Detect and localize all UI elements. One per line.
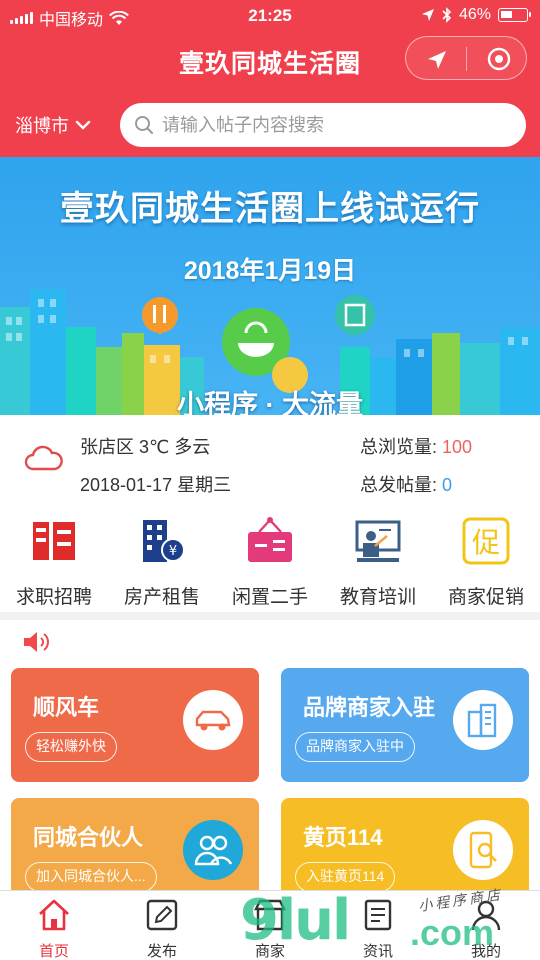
battery-icon <box>498 8 531 22</box>
capsule-divider <box>466 47 467 71</box>
category-label: 闲置二手 <box>231 587 308 608</box>
bottom-tab-bar: 首页 发布 商家 资讯 我的 <box>0 890 540 960</box>
category-promotion[interactable]: 促 商家促销 <box>432 510 540 612</box>
teaching-icon <box>355 520 401 562</box>
category-label: 商家促销 <box>447 587 524 608</box>
card-title: 品牌商家入驻 <box>303 695 436 720</box>
card-button[interactable]: 加入同城合伙人... <box>25 862 157 892</box>
location-arrow-icon <box>421 9 434 21</box>
edit-icon <box>146 899 178 931</box>
app-page: 中国移动 21:25 46% 壹玖同城生活圈 淄博市 请输入帖子内容搜索 壹玖同… <box>0 0 540 960</box>
city-label: 淄博市 <box>15 116 69 136</box>
partners-icon <box>183 820 243 880</box>
tab-label: 发布 <box>146 943 177 960</box>
tab-merchants[interactable]: 商家 <box>216 891 324 960</box>
card-title: 同城合伙人 <box>33 825 144 850</box>
category-education[interactable]: 教育培训 <box>324 510 432 612</box>
announcement-bar[interactable] <box>0 620 540 660</box>
buildings-icon <box>453 690 513 750</box>
tab-label: 商家 <box>254 943 285 960</box>
building-icon: ¥ <box>143 520 185 562</box>
tab-label: 我的 <box>470 943 501 960</box>
promotion-icon: 促 <box>462 517 510 565</box>
news-icon <box>364 899 392 931</box>
weather-stats-panel: 张店区 3℃ 多云 2018-01-17 星期三 总浏览量: 100 总发帖量:… <box>0 415 540 510</box>
recruit-icon <box>33 522 75 560</box>
category-real-estate[interactable]: ¥ 房产租售 <box>108 510 216 612</box>
card-rideshare[interactable]: 顺风车 轻松赚外快 <box>11 668 259 782</box>
card-title: 黄页114 <box>303 825 383 850</box>
user-icon <box>471 900 501 931</box>
banner-slogan: 小程序 · 大流量 <box>177 390 363 415</box>
secondhand-icon <box>248 517 292 562</box>
posts-label: 总发帖量: <box>360 475 438 495</box>
location-weather: 张店区 3℃ 多云 <box>80 437 211 457</box>
header: 中国移动 21:25 46% 壹玖同城生活圈 淄博市 请输入帖子内容搜索 <box>0 0 540 157</box>
category-label: 求职招聘 <box>15 587 92 608</box>
category-label: 教育培训 <box>339 587 416 608</box>
card-title: 顺风车 <box>33 695 100 720</box>
svg-text:促: 促 <box>472 526 500 559</box>
search-icon <box>135 116 153 134</box>
category-secondhand[interactable]: 闲置二手 <box>216 510 324 612</box>
views-label: 总浏览量: <box>360 437 438 457</box>
category-grid: 求职招聘 ¥ 房产租售 闲置二手 教育培训 促 商家促销 <box>0 510 540 612</box>
mini-program-capsule <box>405 36 527 80</box>
card-button[interactable]: 轻松赚外快 <box>25 732 117 762</box>
category-recruitment[interactable]: 求职招聘 <box>0 510 108 612</box>
total-views: 总浏览量: 100 <box>360 433 472 459</box>
card-button[interactable]: 品牌商家入驻中 <box>295 732 415 762</box>
card-brand-merchants[interactable]: 品牌商家入驻 品牌商家入驻中 <box>281 668 529 782</box>
tab-label: 首页 <box>38 943 69 960</box>
cloud-icon <box>24 445 63 471</box>
status-bar: 中国移动 21:25 46% <box>0 0 540 32</box>
speaker-icon <box>24 632 49 652</box>
home-icon <box>39 899 69 931</box>
tab-news[interactable]: 资讯 <box>324 891 432 960</box>
card-button[interactable]: 入驻黄页114 <box>295 862 396 892</box>
tab-publish[interactable]: 发布 <box>108 891 216 960</box>
location-button[interactable] <box>424 47 450 73</box>
phone-search-icon <box>453 820 513 880</box>
shop-icon <box>254 899 286 931</box>
views-value: 100 <box>442 437 473 457</box>
battery-percent: 46% <box>458 6 491 23</box>
banner-date: 2018年1月19日 <box>183 257 357 285</box>
close-target-button[interactable] <box>486 46 512 72</box>
category-label: 房产租售 <box>123 587 200 608</box>
promo-banner[interactable]: 壹玖同城生活圈上线试运行 2018年1月19日 小程序 · 大流量 <box>0 157 540 415</box>
tab-me[interactable]: 我的 <box>432 891 540 960</box>
city-selector[interactable]: 淄博市 <box>15 112 91 138</box>
search-input[interactable] <box>162 114 502 136</box>
current-date: 2018-01-17 星期三 <box>80 475 232 495</box>
feature-cards: 顺风车 轻松赚外快 品牌商家入驻 品牌商家入驻中 同城合伙人 加入同城合伙人..… <box>0 660 540 912</box>
total-posts: 总发帖量: 0 <box>360 471 452 497</box>
chevron-down-icon <box>75 120 91 130</box>
bluetooth-icon <box>442 7 452 23</box>
posts-value: 0 <box>442 475 453 495</box>
tab-label: 资讯 <box>362 943 393 960</box>
tab-home[interactable]: 首页 <box>0 891 108 960</box>
banner-title: 壹玖同城生活圈上线试运行 <box>60 190 480 228</box>
svg-text:¥: ¥ <box>169 544 177 559</box>
car-icon <box>183 690 243 750</box>
search-bar[interactable] <box>120 103 526 147</box>
